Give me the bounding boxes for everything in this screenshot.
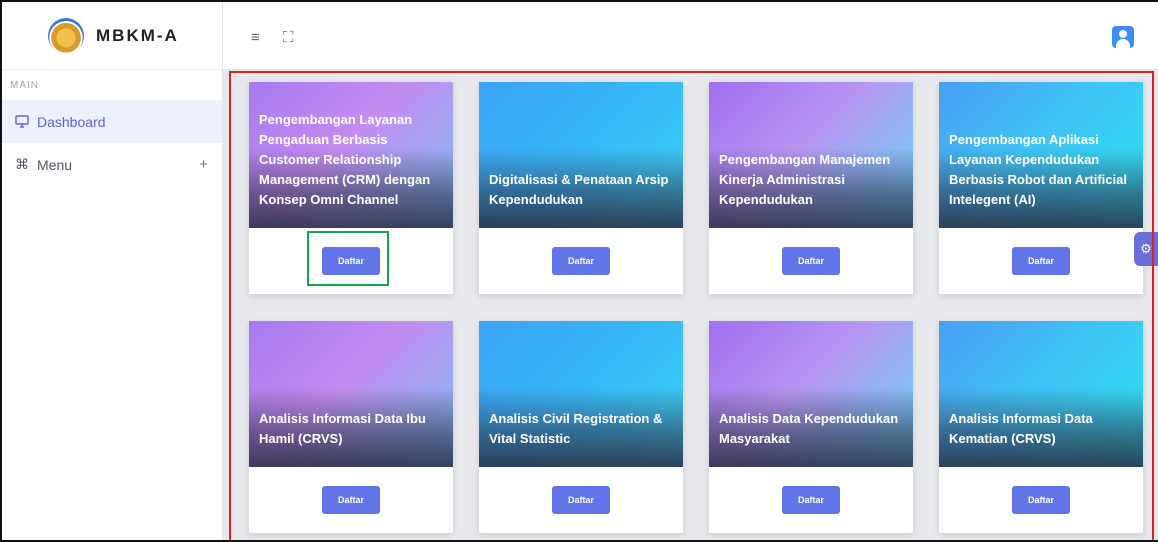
sidebar-item-menu[interactable]: ⌘ Menu + bbox=[2, 143, 222, 186]
program-card: Analisis Informasi Data Ibu Hamil (CRVS)… bbox=[249, 321, 453, 533]
hamburger-menu-icon[interactable]: ≡ bbox=[251, 29, 260, 46]
card-hero: Pengembangan Layanan Pengaduan Berbasis … bbox=[249, 82, 453, 228]
sidebar: MBKM-A MAIN Dashboard ⌘ Menu + bbox=[2, 2, 223, 540]
logo bbox=[48, 17, 84, 54]
daftar-button[interactable]: Daftar bbox=[1012, 247, 1070, 275]
card-title: Digitalisasi & Penataan Arsip Kependuduk… bbox=[489, 172, 669, 207]
card-hero: Analisis Civil Registration & Vital Stat… bbox=[479, 321, 683, 467]
program-card: Analisis Informasi Data Kematian (CRVS) … bbox=[939, 321, 1143, 533]
topbar: ≡ ⛶ bbox=[223, 2, 1158, 70]
card-title: Pengembangan Layanan Pengaduan Berbasis … bbox=[259, 112, 431, 207]
card-hero: Pengembangan Manajemen Kinerja Administr… bbox=[709, 82, 913, 228]
daftar-button[interactable]: Daftar bbox=[322, 247, 380, 275]
daftar-button[interactable]: Daftar bbox=[1012, 486, 1070, 514]
card-title: Pengembangan Aplikasi Layanan Kependuduk… bbox=[949, 132, 1127, 207]
card-hero: Analisis Informasi Data Kematian (CRVS) bbox=[939, 321, 1143, 467]
fullscreen-icon[interactable]: ⛶ bbox=[283, 29, 294, 46]
program-card: Analisis Civil Registration & Vital Stat… bbox=[479, 321, 683, 533]
program-card: Pengembangan Aplikasi Layanan Kependuduk… bbox=[939, 82, 1143, 294]
card-title: Analisis Informasi Data Kematian (CRVS) bbox=[949, 411, 1093, 446]
card-hero: Pengembangan Aplikasi Layanan Kependuduk… bbox=[939, 82, 1143, 228]
app-frame: MBKM-A MAIN Dashboard ⌘ Menu + ≡ ⛶ Penge… bbox=[0, 0, 1158, 542]
program-card: Pengembangan Layanan Pengaduan Berbasis … bbox=[249, 82, 453, 294]
monitor-icon bbox=[15, 115, 37, 128]
user-avatar-icon[interactable] bbox=[1112, 26, 1134, 48]
sidebar-item-dashboard[interactable]: Dashboard bbox=[2, 100, 222, 143]
sidebar-item-label: Dashboard bbox=[37, 113, 106, 130]
sidebar-item-label: Menu bbox=[37, 156, 73, 173]
card-hero: Analisis Data Kependudukan Masyarakat bbox=[709, 321, 913, 467]
program-card: Analisis Data Kependudukan Masyarakat Da… bbox=[709, 321, 913, 533]
daftar-button[interactable]: Daftar bbox=[552, 247, 610, 275]
settings-gear-icon[interactable]: ⚙ bbox=[1134, 232, 1158, 266]
command-icon: ⌘ bbox=[15, 156, 29, 172]
daftar-button[interactable]: Daftar bbox=[322, 486, 380, 514]
brand-name: MBKM-A bbox=[96, 25, 179, 45]
daftar-button[interactable]: Daftar bbox=[552, 486, 610, 514]
card-hero: Analisis Informasi Data Ibu Hamil (CRVS) bbox=[249, 321, 453, 467]
card-title: Analisis Data Kependudukan Masyarakat bbox=[719, 411, 899, 446]
card-title: Analisis Informasi Data Ibu Hamil (CRVS) bbox=[259, 411, 426, 446]
card-title: Pengembangan Manajemen Kinerja Administr… bbox=[719, 152, 891, 207]
program-card: Digitalisasi & Penataan Arsip Kependuduk… bbox=[479, 82, 683, 294]
section-label-main: MAIN bbox=[10, 80, 39, 91]
program-card: Pengembangan Manajemen Kinerja Administr… bbox=[709, 82, 913, 294]
card-hero: Digitalisasi & Penataan Arsip Kependuduk… bbox=[479, 82, 683, 228]
brand[interactable]: MBKM-A bbox=[2, 2, 222, 70]
daftar-button[interactable]: Daftar bbox=[782, 247, 840, 275]
card-title: Analisis Civil Registration & Vital Stat… bbox=[489, 411, 663, 446]
daftar-button[interactable]: Daftar bbox=[782, 486, 840, 514]
expand-plus-icon[interactable]: + bbox=[199, 156, 208, 173]
